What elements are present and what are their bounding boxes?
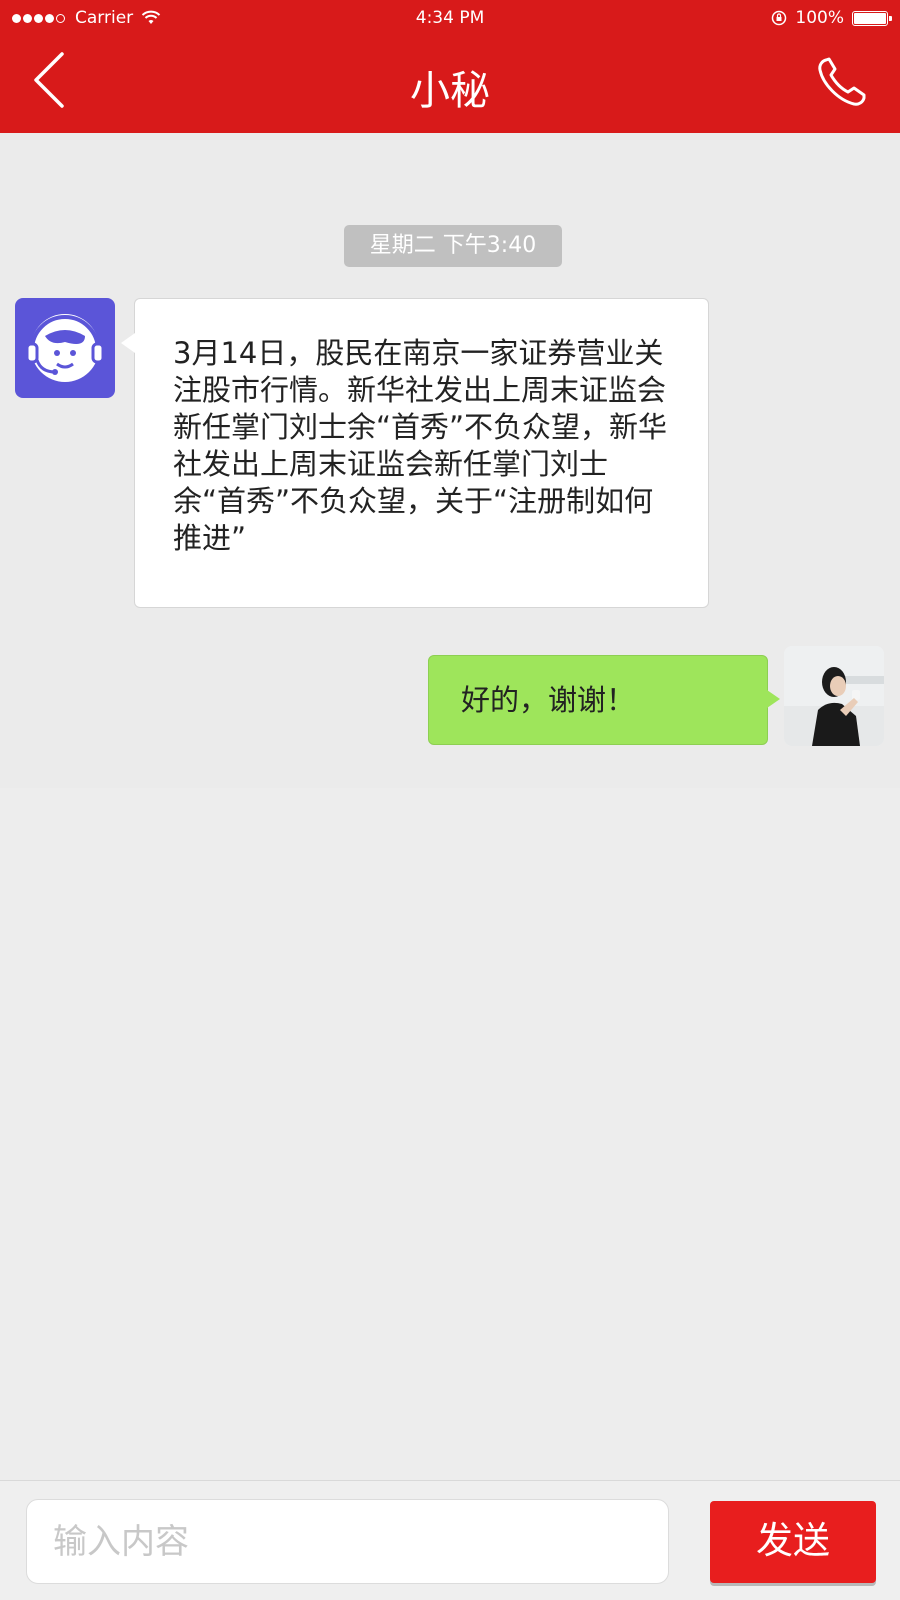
status-right: 100% [771,8,892,28]
message-bubble-incoming[interactable]: 3月14日，股民在南京一家证券营业关注股市行情。新华社发出上周末证监会新任掌门刘… [121,298,709,608]
customer-service-icon [25,314,105,382]
input-bar: 发送 [0,1480,900,1600]
rotation-lock-icon [772,10,787,26]
empty-chat-space [0,788,900,1480]
app-header: Carrier 4:34 PM 100% 小秘 [0,0,900,133]
battery-icon [852,10,892,26]
page-title: 小秘 [410,68,490,114]
send-button[interactable]: 发送 [710,1501,876,1583]
bot-avatar[interactable] [15,298,115,398]
message-text: 3月14日，股民在南京一家证券营业关注股市行情。新华社发出上周末证监会新任掌门刘… [173,336,668,555]
chat-timestamp: 星期二 下午3:40 [344,225,562,267]
user-photo [784,646,884,746]
status-time: 4:34 PM [415,8,485,28]
user-avatar[interactable] [784,646,884,746]
call-button[interactable] [814,54,870,110]
message-text: 好的，谢谢！ [461,683,636,717]
message-bubble-outgoing[interactable]: 好的，谢谢！ [428,655,780,745]
phone-icon [818,57,866,106]
chat-area[interactable]: 星期二 下午3:40 3月14日，股民在南京一家证券营业关注股市行情。新华社发出… [0,133,900,788]
battery-percent: 100% [795,8,844,28]
message-input[interactable] [26,1499,669,1584]
status-bar: Carrier 4:34 PM 100% [0,0,900,36]
